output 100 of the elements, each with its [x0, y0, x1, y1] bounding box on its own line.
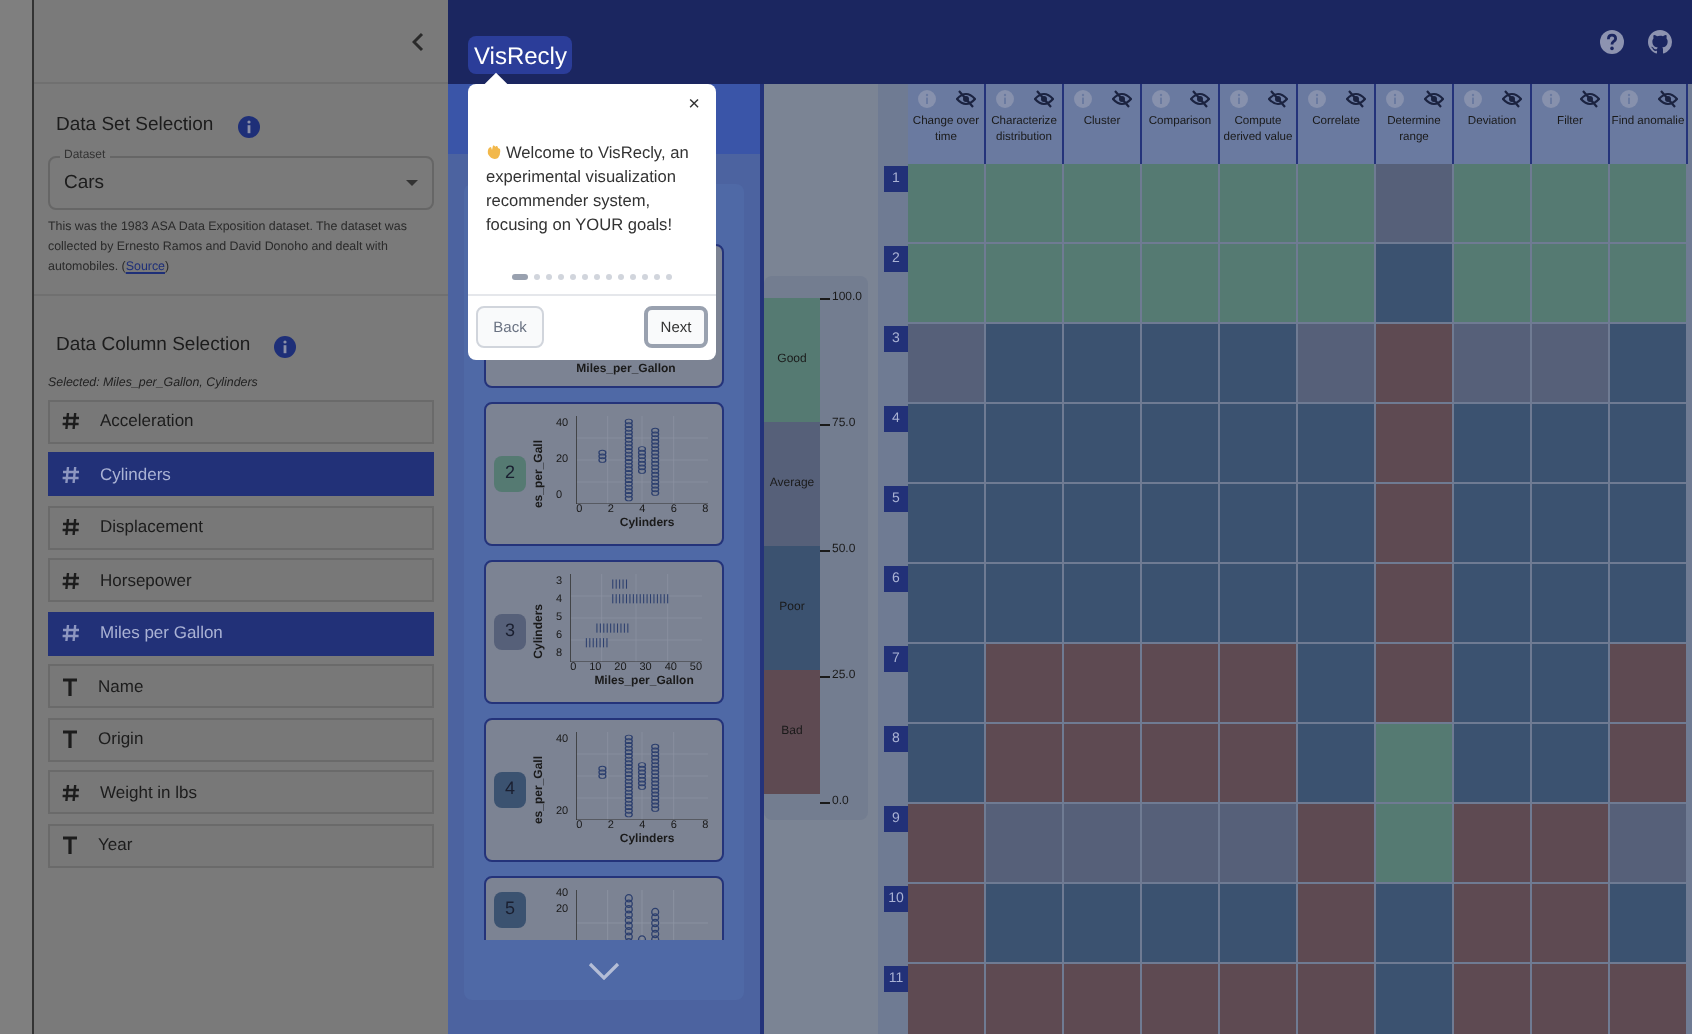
info-icon[interactable]: [274, 335, 297, 358]
heatmap-cell[interactable]: [1376, 484, 1454, 564]
heatmap-cell[interactable]: [908, 724, 986, 804]
heatmap-cell[interactable]: [1298, 804, 1376, 884]
heatmap-cell[interactable]: [1532, 404, 1610, 484]
github-icon[interactable]: [1648, 30, 1672, 54]
heatmap-cell[interactable]: [986, 724, 1064, 804]
column-item[interactable]: Weight in lbs: [48, 770, 434, 815]
heatmap-cell[interactable]: [1454, 644, 1532, 724]
heatmap-cell[interactable]: [1298, 964, 1376, 1034]
heatmap-cell[interactable]: [908, 404, 986, 484]
column-item[interactable]: Acceleration: [48, 399, 434, 444]
column-item[interactable]: Horsepower: [48, 558, 434, 603]
heatmap-cell[interactable]: [1220, 484, 1298, 564]
heatmap-cell[interactable]: [1142, 244, 1220, 324]
eye-off-icon[interactable]: [1345, 90, 1365, 108]
heatmap-cell[interactable]: [986, 484, 1064, 564]
heatmap-cell[interactable]: [1376, 244, 1454, 324]
heatmap-cell[interactable]: [1142, 324, 1220, 404]
collapse-icon[interactable]: [412, 31, 424, 51]
heatmap-cell[interactable]: [1298, 484, 1376, 564]
heatmap-cell[interactable]: [1298, 564, 1376, 644]
heatmap-cell[interactable]: [1532, 644, 1610, 724]
column-item[interactable]: Year: [48, 823, 434, 868]
heatmap-cell[interactable]: [1064, 884, 1142, 964]
heatmap-cell[interactable]: [1142, 484, 1220, 564]
heatmap-cell[interactable]: [1532, 164, 1610, 244]
heatmap-cell[interactable]: [1376, 724, 1454, 804]
eye-off-icon[interactable]: [1657, 90, 1677, 108]
heatmap-cell[interactable]: [986, 644, 1064, 724]
heatmap-cell[interactable]: [1220, 244, 1298, 324]
heatmap-cell[interactable]: [1376, 404, 1454, 484]
heatmap-cell[interactable]: [1298, 884, 1376, 964]
heatmap-cell[interactable]: [1610, 724, 1688, 804]
heatmap-cell[interactable]: [1064, 404, 1142, 484]
heatmap-cell[interactable]: [1064, 244, 1142, 324]
heatmap-cell[interactable]: [1532, 324, 1610, 404]
heatmap-cell[interactable]: [1298, 644, 1376, 724]
heatmap-cell[interactable]: [986, 964, 1064, 1034]
heatmap-cell[interactable]: [1298, 404, 1376, 484]
heatmap-cell[interactable]: [1142, 404, 1220, 484]
heatmap-cell[interactable]: [986, 164, 1064, 244]
eye-off-icon[interactable]: [1501, 90, 1521, 108]
eye-off-icon[interactable]: [1579, 90, 1599, 108]
heatmap-cell[interactable]: [1142, 564, 1220, 644]
heatmap-cell[interactable]: [1376, 644, 1454, 724]
heatmap-cell[interactable]: [1610, 244, 1688, 324]
heatmap-cell[interactable]: [1610, 564, 1688, 644]
heatmap-cell[interactable]: [1298, 324, 1376, 404]
heatmap-cell[interactable]: [1142, 804, 1220, 884]
heatmap-cell[interactable]: [1220, 964, 1298, 1034]
heatmap-cell[interactable]: [1064, 724, 1142, 804]
heatmap-cell[interactable]: [1220, 564, 1298, 644]
heatmap-cell[interactable]: [908, 644, 986, 724]
heatmap-cell[interactable]: [1610, 324, 1688, 404]
heatmap-cell[interactable]: [1532, 484, 1610, 564]
heatmap-cell[interactable]: [1298, 724, 1376, 804]
heatmap-cell[interactable]: [1064, 564, 1142, 644]
heatmap-cell[interactable]: [1610, 884, 1688, 964]
heatmap-cell[interactable]: [1142, 964, 1220, 1034]
column-item[interactable]: Origin: [48, 717, 434, 762]
heatmap-cell[interactable]: [908, 804, 986, 884]
heatmap-cell[interactable]: [1298, 164, 1376, 244]
heatmap-cell[interactable]: [1532, 244, 1610, 324]
heatmap-cell[interactable]: [1454, 244, 1532, 324]
column-item[interactable]: Name: [48, 664, 434, 709]
heatmap-cell[interactable]: [1142, 884, 1220, 964]
app-title-button[interactable]: VisRecly: [468, 36, 573, 74]
eye-off-icon[interactable]: [1111, 90, 1131, 108]
heatmap-cell[interactable]: [1532, 884, 1610, 964]
heatmap-cell[interactable]: [1064, 324, 1142, 404]
heatmap-cell[interactable]: [908, 884, 986, 964]
column-item[interactable]: Cylinders: [48, 452, 434, 497]
heatmap-cell[interactable]: [1454, 484, 1532, 564]
heatmap-cell[interactable]: [1376, 804, 1454, 884]
heatmap-cell[interactable]: [908, 164, 986, 244]
eye-off-icon[interactable]: [1423, 90, 1443, 108]
heatmap-cell[interactable]: [1376, 164, 1454, 244]
heatmap-cell[interactable]: [1064, 804, 1142, 884]
eye-off-icon[interactable]: [1267, 90, 1287, 108]
heatmap-cell[interactable]: [986, 404, 1064, 484]
heatmap-cell[interactable]: [1220, 804, 1298, 884]
heatmap-cell[interactable]: [1610, 404, 1688, 484]
eye-off-icon[interactable]: [1189, 90, 1209, 108]
heatmap-cell[interactable]: [1376, 884, 1454, 964]
heatmap-cell[interactable]: [908, 244, 986, 324]
heatmap-cell[interactable]: [1064, 644, 1142, 724]
heatmap-cell[interactable]: [1064, 164, 1142, 244]
heatmap-cell[interactable]: [1454, 164, 1532, 244]
heatmap-cell[interactable]: [986, 804, 1064, 884]
heatmap-cell[interactable]: [1610, 644, 1688, 724]
column-item[interactable]: Miles per Gallon: [48, 611, 434, 656]
heatmap-cell[interactable]: [1376, 964, 1454, 1034]
heatmap-cell[interactable]: [1610, 804, 1688, 884]
heatmap-cell[interactable]: [1454, 404, 1532, 484]
heatmap-cell[interactable]: [908, 484, 986, 564]
heatmap-cell[interactable]: [908, 964, 986, 1034]
info-icon[interactable]: [237, 115, 260, 138]
heatmap-cell[interactable]: [1610, 164, 1688, 244]
heatmap-cell[interactable]: [1142, 724, 1220, 804]
